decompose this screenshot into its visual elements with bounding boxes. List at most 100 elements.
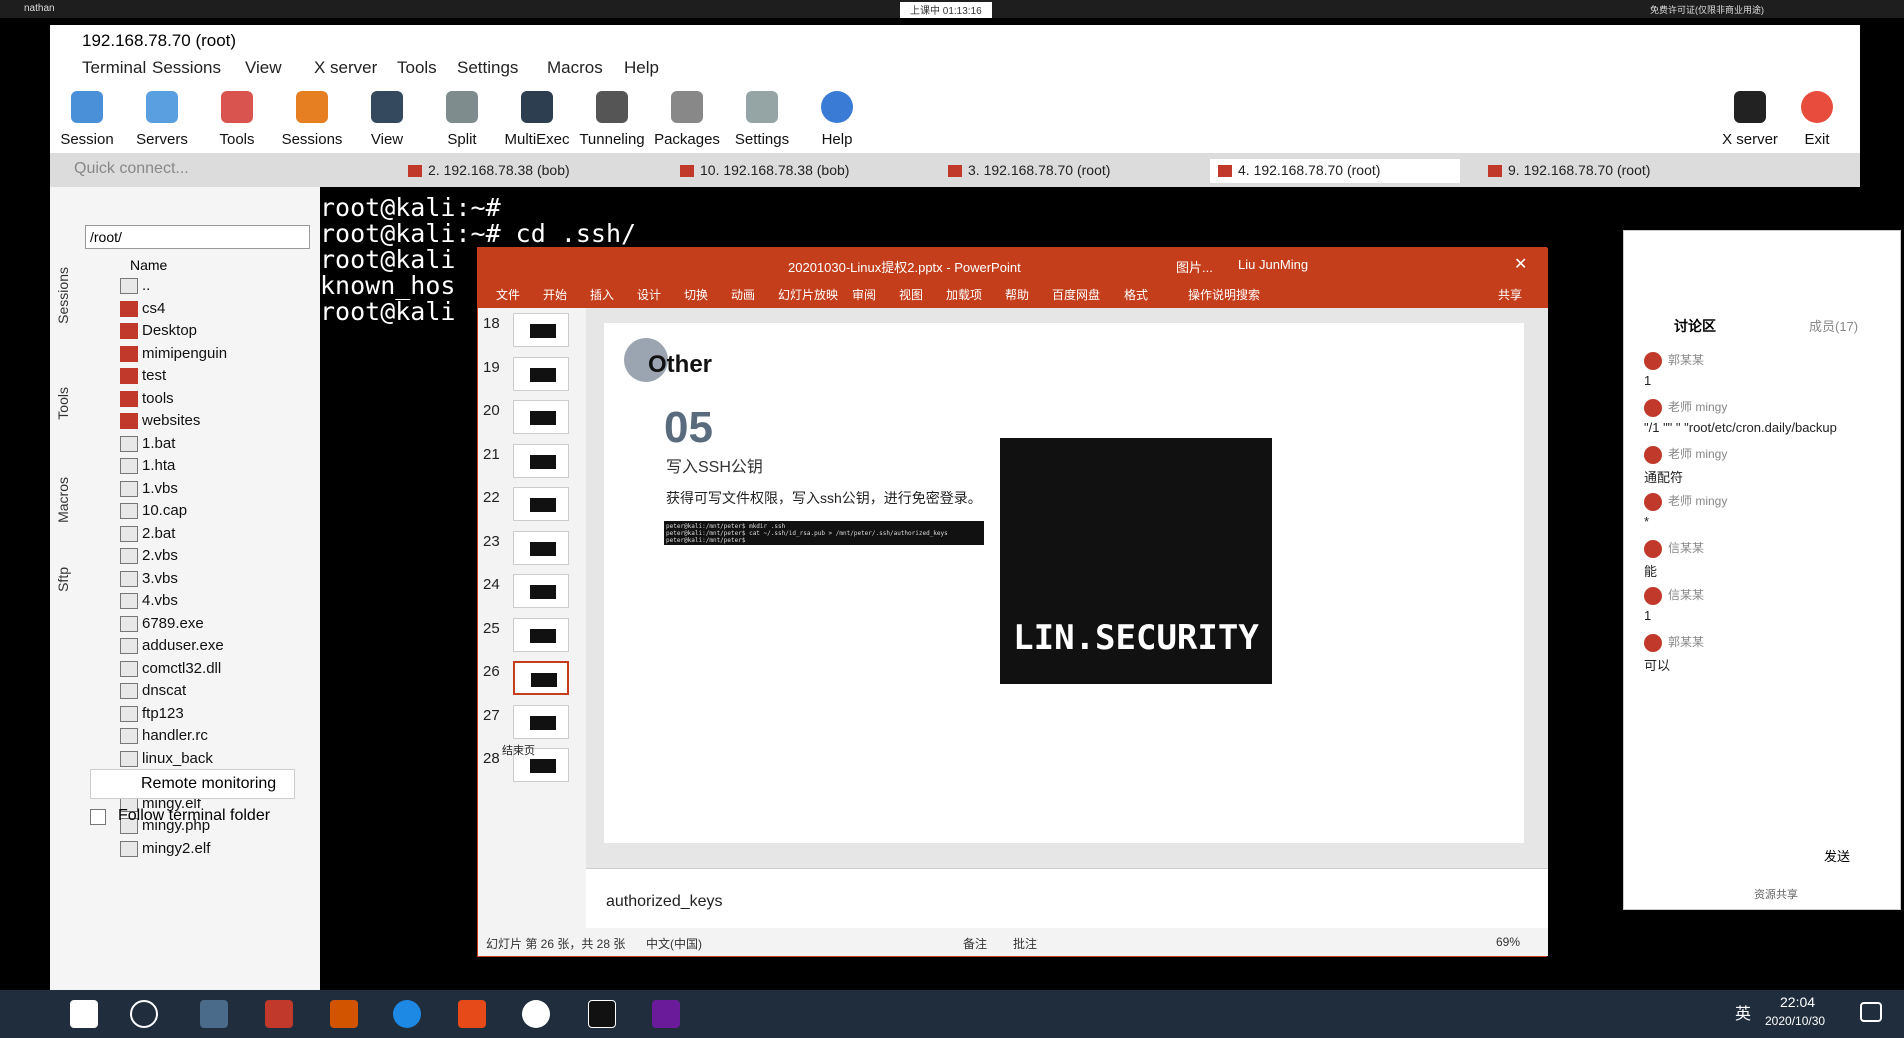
clock-time[interactable]: 22:04 [1780, 994, 1815, 1010]
ribbon-file[interactable]: 文件 [496, 286, 520, 303]
slide-thumbnail[interactable] [513, 617, 569, 652]
tunneling-button[interactable]: Tunneling [575, 87, 649, 148]
file-row[interactable]: ftp123 [120, 705, 184, 727]
app-taskbar-icon[interactable] [265, 1000, 293, 1028]
sessions-button[interactable]: Sessions [275, 87, 349, 148]
session-button[interactable]: Session [50, 87, 124, 148]
name-column-header[interactable]: Name [130, 257, 167, 273]
ribbon-view[interactable]: 视图 [899, 286, 923, 303]
file-row[interactable]: 6789.exe [120, 615, 204, 637]
file-row[interactable]: Desktop [120, 322, 197, 344]
tab-discussion[interactable]: 讨论区 [1674, 316, 1716, 336]
menu-tools[interactable]: Tools [397, 58, 437, 78]
tab-session-3[interactable]: 3. 192.168.78.70 (root) [940, 159, 1170, 183]
visual-studio-icon[interactable] [652, 1000, 680, 1028]
sidebar-tab-sessions[interactable]: Sessions [55, 267, 77, 324]
ribbon-animations[interactable]: 动画 [731, 286, 755, 303]
resource-share[interactable]: 资源共享 [1754, 886, 1798, 902]
file-row[interactable]: mingy2.elf [120, 840, 210, 862]
slide-thumbnail[interactable] [513, 661, 569, 695]
ribbon-insert[interactable]: 插入 [590, 286, 614, 303]
slide-thumbnail[interactable] [513, 487, 569, 521]
zoom-level[interactable]: 69% [1496, 935, 1520, 949]
remote-monitoring-button[interactable]: Remote monitoring [90, 769, 295, 799]
ribbon-format[interactable]: 格式 [1124, 286, 1148, 303]
view-button[interactable]: View [350, 87, 424, 148]
slide-thumbnail[interactable] [513, 443, 569, 478]
file-row[interactable]: 1.hta [120, 457, 175, 479]
tab-session-4[interactable]: 4. 192.168.78.70 (root) [1210, 159, 1460, 183]
terminal-taskbar-icon[interactable] [588, 1000, 616, 1028]
edge-icon[interactable] [393, 1000, 421, 1028]
file-row[interactable]: 3.vbs [120, 570, 178, 592]
ribbon-review[interactable]: 审阅 [852, 286, 876, 303]
file-row[interactable]: tools [120, 390, 174, 412]
clock-date[interactable]: 2020/10/30 [1765, 1014, 1825, 1028]
slide-thumbnail[interactable] [513, 530, 569, 565]
ribbon-help[interactable]: 帮助 [1005, 286, 1029, 303]
follow-folder-checkbox[interactable] [90, 809, 106, 825]
notification-icon[interactable] [1860, 1002, 1882, 1022]
search-icon[interactable] [130, 1000, 158, 1028]
file-row[interactable]: 10.cap [120, 502, 187, 524]
ribbon-home[interactable]: 开始 [543, 286, 567, 303]
close-icon[interactable]: ✕ [1514, 254, 1527, 274]
file-row[interactable]: cs4 [120, 300, 165, 322]
menu-settings[interactable]: Settings [457, 58, 518, 78]
file-row[interactable]: websites [120, 412, 200, 434]
file-row[interactable]: .. [120, 277, 150, 299]
mobaxterm-taskbar-icon[interactable] [200, 1000, 228, 1028]
tab-session-2[interactable]: 2. 192.168.78.38 (bob) [400, 159, 630, 183]
file-row[interactable]: 1.vbs [120, 480, 178, 502]
app-taskbar-icon[interactable] [458, 1000, 486, 1028]
ribbon-addins[interactable]: 加载项 [946, 286, 982, 303]
menu-terminal[interactable]: Terminal [82, 58, 146, 78]
menu-xserver[interactable]: X server [314, 58, 377, 78]
sidebar-tab-sftp[interactable]: Sftp [55, 567, 77, 592]
current-slide[interactable]: Other 05 写入SSH公钥 获得可写文件权限，写入ssh公钥，进行免密登录… [604, 323, 1524, 843]
ribbon-transitions[interactable]: 切换 [684, 286, 708, 303]
notes-pane[interactable]: authorized_keys [586, 868, 1548, 928]
file-row[interactable]: comctl32.dll [120, 660, 221, 682]
ribbon-slideshow[interactable]: 幻灯片放映 [778, 286, 838, 303]
file-row[interactable]: test [120, 367, 166, 389]
file-row[interactable]: 2.vbs [120, 547, 178, 569]
ribbon-baidu[interactable]: 百度网盘 [1052, 286, 1100, 303]
sidebar-tab-macros[interactable]: Macros [55, 477, 77, 523]
send-button[interactable]: 发送 [1824, 846, 1850, 865]
chrome-icon[interactable] [522, 1000, 550, 1028]
settings-button[interactable]: Settings [725, 87, 799, 148]
file-row[interactable]: mimipenguin [120, 345, 227, 367]
packages-button[interactable]: Packages [650, 87, 724, 148]
tell-me-search[interactable]: 操作说明搜索 [1188, 286, 1260, 303]
file-row[interactable]: 4.vbs [120, 592, 178, 614]
windows-start-icon[interactable] [70, 1000, 98, 1028]
ribbon-design[interactable]: 设计 [637, 286, 661, 303]
menu-view[interactable]: View [245, 58, 282, 78]
menu-help[interactable]: Help [624, 58, 659, 78]
tab-members[interactable]: 成员(17) [1809, 316, 1858, 335]
slide-thumbnail[interactable] [513, 356, 569, 391]
servers-button[interactable]: Servers [125, 87, 199, 148]
multiexec-button[interactable]: MultiExec [500, 87, 574, 148]
file-row[interactable]: handler.rc [120, 727, 208, 749]
slide-thumbnail[interactable] [513, 313, 569, 347]
sidebar-tab-tools[interactable]: Tools [55, 387, 77, 420]
file-row[interactable]: adduser.exe [120, 637, 224, 659]
top-tab[interactable]: nathan [24, 3, 55, 14]
ppt-user[interactable]: Liu JunMing [1238, 257, 1308, 272]
file-row[interactable]: 2.bat [120, 525, 175, 547]
xserver-button[interactable]: X server [1713, 87, 1787, 148]
slide-thumbnail[interactable] [513, 704, 569, 739]
slide-thumbnail[interactable] [513, 400, 569, 434]
help-button[interactable]: Help [800, 87, 874, 148]
quick-connect-input[interactable]: Quick connect... [74, 160, 189, 178]
comments-toggle[interactable]: 批注 [1013, 935, 1037, 952]
menu-sessions[interactable]: Sessions [152, 58, 221, 78]
ime-indicator[interactable]: 英 [1735, 1000, 1751, 1024]
tab-session-9[interactable]: 9. 192.168.78.70 (root) [1480, 159, 1710, 183]
section-end-label[interactable]: 结束页 [502, 742, 535, 758]
share-button[interactable]: 共享 [1498, 286, 1522, 303]
tab-session-10[interactable]: 10. 192.168.78.38 (bob) [672, 159, 902, 183]
file-row[interactable]: dnscat [120, 682, 186, 704]
